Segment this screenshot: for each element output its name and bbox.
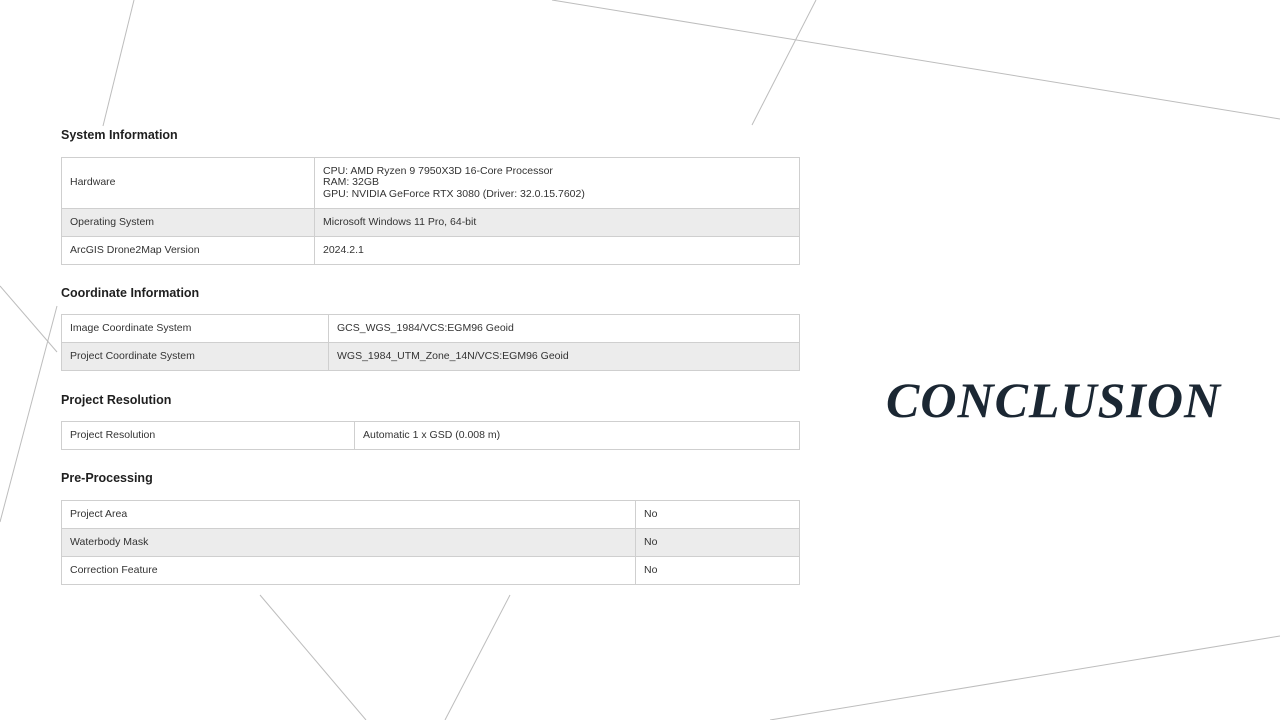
table-row: Image Coordinate System GCS_WGS_1984/VCS… [61, 314, 800, 343]
project-resolution-heading: Project Resolution [61, 393, 172, 407]
version-value: 2024.2.1 [314, 236, 800, 265]
os-label: Operating System [61, 208, 315, 237]
deco-line [102, 0, 135, 127]
deco-line [769, 635, 1280, 720]
project-resolution-table: Project Resolution Automatic 1 x GSD (0.… [61, 421, 800, 450]
deco-line [0, 285, 58, 353]
table-row: ArcGIS Drone2Map Version 2024.2.1 [61, 236, 800, 265]
os-value: Microsoft Windows 11 Pro, 64-bit [314, 208, 800, 237]
system-information-heading: System Information [61, 128, 178, 142]
deco-line [551, 0, 1280, 120]
image-coordinate-label: Image Coordinate System [61, 314, 329, 343]
hardware-value: CPU: AMD Ryzen 9 7950X3D 16-Core Process… [314, 157, 800, 209]
table-row: Operating System Microsoft Windows 11 Pr… [61, 208, 800, 237]
project-coordinate-value: WGS_1984_UTM_Zone_14N/VCS:EGM96 Geoid [328, 342, 800, 371]
correction-feature-value: No [635, 556, 800, 585]
deco-line [0, 305, 58, 523]
table-row: Project Coordinate System WGS_1984_UTM_Z… [61, 342, 800, 371]
deco-line [444, 594, 511, 720]
image-coordinate-value: GCS_WGS_1984/VCS:EGM96 Geoid [328, 314, 800, 343]
project-coordinate-label: Project Coordinate System [61, 342, 329, 371]
deco-line [751, 0, 817, 126]
table-row: Correction Feature No [61, 556, 800, 585]
project-area-value: No [635, 500, 800, 529]
resolution-label: Project Resolution [61, 421, 355, 450]
resolution-value: Automatic 1 x GSD (0.008 m) [354, 421, 800, 450]
coordinate-information-heading: Coordinate Information [61, 286, 200, 300]
gpu-line: GPU: NVIDIA GeForce RTX 3080 (Driver: 32… [323, 187, 585, 200]
hardware-label: Hardware [61, 157, 315, 209]
pre-processing-heading: Pre-Processing [61, 471, 153, 485]
system-information-table: Hardware CPU: AMD Ryzen 9 7950X3D 16-Cor… [61, 157, 800, 265]
deco-line [259, 594, 367, 720]
pre-processing-table: Project Area No Waterbody Mask No Correc… [61, 500, 800, 585]
table-row: Project Resolution Automatic 1 x GSD (0.… [61, 421, 800, 450]
slide-title: CONCLUSION [886, 372, 1222, 428]
table-row: Hardware CPU: AMD Ryzen 9 7950X3D 16-Cor… [61, 157, 800, 209]
correction-feature-label: Correction Feature [61, 556, 636, 585]
waterbody-mask-value: No [635, 528, 800, 557]
waterbody-mask-label: Waterbody Mask [61, 528, 636, 557]
version-label: ArcGIS Drone2Map Version [61, 236, 315, 265]
table-row: Waterbody Mask No [61, 528, 800, 557]
cpu-line: CPU: AMD Ryzen 9 7950X3D 16-Core Process… [323, 164, 553, 177]
project-area-label: Project Area [61, 500, 636, 529]
table-row: Project Area No [61, 500, 800, 529]
coordinate-information-table: Image Coordinate System GCS_WGS_1984/VCS… [61, 314, 800, 371]
